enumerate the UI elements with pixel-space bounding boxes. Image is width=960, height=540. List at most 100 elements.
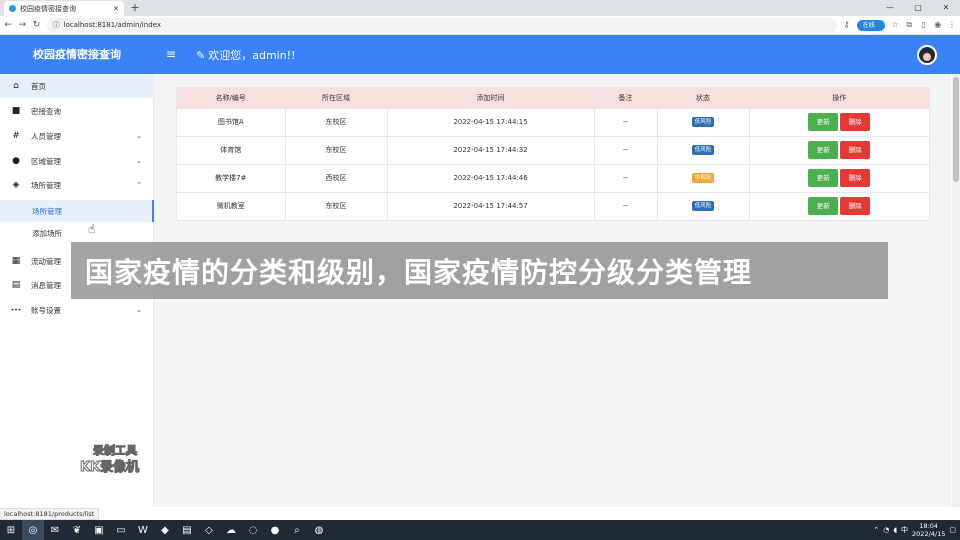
forward-icon[interactable]: → [18,19,27,31]
update-button[interactable]: 更新 [808,197,839,216]
tray-volume-icon[interactable]: ◖ [893,526,897,534]
reload-icon[interactable]: ↻ [32,19,41,31]
tab-close-icon[interactable]: ✕ [113,5,119,13]
cell-name: 图书馆A [177,107,286,136]
cell-note: -- [594,163,658,192]
cell-note: -- [594,191,658,220]
sidebar-subitem-venue-manage[interactable]: 场所管理 [0,200,154,222]
maximize-icon[interactable]: ▢ [904,0,932,16]
sidebar-panel-icon[interactable]: ▯ [920,19,928,31]
scrollbar-thumb[interactable] [953,77,959,182]
sidebar-item-label: 密接查询 [31,106,61,116]
box-icon: ◈ [12,180,20,190]
cell-name: 微机教室 [177,191,286,220]
leaf-app-icon[interactable]: ❦ [66,520,88,540]
sidebar-item-label: 场所管理 [31,180,61,190]
sidebar-item-label: 区域管理 [31,156,61,166]
cell-time: 2022-04-15 17:44:32 [387,135,595,164]
cell-actions: 更新 删除 [749,163,929,192]
chrome-app-icon[interactable]: ◎ [22,520,44,540]
col-header-note: 备注 [594,88,658,108]
cell-area: 东校区 [285,135,388,164]
status-badge: 低风险 [691,117,715,127]
wps-app-icon[interactable]: W [132,520,154,540]
browser-tab[interactable]: 校园疫情密接查询 ✕ [4,1,124,16]
dots-icon: ••• [10,306,22,314]
update-button[interactable]: 更新 [808,141,839,159]
url-field[interactable]: ⓘ localhost:8181/admin/index [46,18,837,32]
windows-start-icon[interactable]: ⊞ [0,520,22,540]
back-icon[interactable]: ← [4,19,12,31]
cell-actions: 更新 删除 [749,135,929,164]
address-bar-row: ← → ↻ ⓘ localhost:8181/admin/index ⚷ 在线上… [0,16,960,40]
page-scrollbar[interactable] [952,74,960,507]
blue-app-icon[interactable]: ● [264,520,286,540]
status-badge: 低风险 [691,201,715,212]
paperclip-icon: ✎ [196,48,206,62]
sidebar-item-label: 人员管理 [31,131,61,141]
cell-status: 低风险 [657,107,750,136]
col-header-time: 添加时间 [387,88,595,108]
browser-menu-icon[interactable]: ⋮ [948,19,956,31]
sidebar-item-label: 消息管理 [31,280,61,290]
tool-app-icon[interactable]: ▣ [88,520,110,540]
network-app-icon[interactable]: ◇ [198,520,220,540]
mouse-cursor-icon: ☝ [88,222,96,236]
delete-button[interactable]: 删除 [840,113,871,131]
status-badge: 低风险 [691,145,715,155]
search-app-icon[interactable]: ⌕ [286,520,308,540]
app-header: 校园疫情密接查询 ≡ ✎ 欢迎您，admin!! [0,35,960,74]
col-header-status: 状态 [657,88,750,108]
tray-chevron-icon[interactable]: ⌃ [873,526,879,534]
url-text: localhost:8181/admin/index [63,21,161,29]
video-caption-banner: 国家疫情的分类和级别，国家疫情防控分级分类管理 [71,242,888,299]
bookmark-star-icon[interactable]: ☆ [891,19,899,31]
folder-app-icon[interactable]: ▭ [110,520,132,540]
sidebar-item-contact-query[interactable]: ■ 密接查询 [0,99,154,123]
sidebar-item-venue[interactable]: ◈ 场所管理 ⌃ [0,173,154,197]
app-title: 校园疫情密接查询 [33,48,121,61]
cell-actions: 更新 删除 [749,107,929,136]
tray-clock[interactable]: 18:04 2022/4/15 [912,522,945,538]
new-tab-button[interactable]: + [128,1,142,15]
red-app-icon[interactable]: ◆ [154,520,176,540]
tray-network-icon[interactable]: ◔ [883,526,889,534]
extension-puzzle-icon[interactable]: ⧉ [905,19,913,31]
avatar[interactable] [917,45,937,65]
menu-toggle-icon[interactable]: ≡ [166,47,176,61]
tray-input-icon[interactable]: 中 [901,525,908,535]
delete-button[interactable]: 删除 [840,197,871,216]
profile-icon[interactable]: ◉ [934,19,942,31]
chat-app-icon[interactable]: ◌ [242,520,264,540]
cell-actions: 更新 删除 [749,191,929,220]
tab-favicon-icon [9,5,16,12]
sidebar-item-area[interactable]: ● 区域管理 ⌄ [0,149,154,173]
minimize-icon[interactable]: — [876,0,904,16]
sidebar-subitem-add-venue[interactable]: 添加场所 [0,222,154,244]
sidebar-item-home[interactable]: ⌂ 首页 [0,74,154,98]
info-icon[interactable]: ⓘ [53,20,60,30]
sidebar-item-account[interactable]: ••• 账号设置 ⌄ [0,298,154,322]
sidebar-item-personnel[interactable]: # 人员管理 ⌄ [0,124,154,148]
orange-app-icon[interactable]: ◍ [308,520,330,540]
table-header-row: 名称/编号 所在区域 添加时间 备注 状态 操作 [177,88,929,108]
window-controls: — ▢ ✕ [876,0,960,16]
grid-icon: ▦ [11,256,21,266]
close-icon[interactable]: ✕ [932,0,960,16]
update-button[interactable]: 更新 [808,113,839,131]
key-icon[interactable]: ⚷ [843,19,851,31]
notepad-app-icon[interactable]: ▤ [176,520,198,540]
wechat-app-icon[interactable]: ✉ [44,520,66,540]
clock-date: 2022/4/15 [912,530,946,538]
home-icon: ⌂ [13,81,19,91]
sidebar-item-label: 首页 [31,81,46,91]
update-button[interactable]: 更新 [808,169,839,187]
cloud-app-icon[interactable]: ☁ [220,520,242,540]
cell-name: 体育馆 [177,135,286,164]
cell-time: 2022-04-15 17:44:57 [387,191,595,220]
notification-icon[interactable]: ▢ [949,526,956,534]
delete-button[interactable]: 删除 [840,141,871,159]
folder-icon: ■ [11,106,21,116]
delete-button[interactable]: 删除 [840,169,871,187]
extension-upload-pill[interactable]: 在线上传 [856,19,886,40]
